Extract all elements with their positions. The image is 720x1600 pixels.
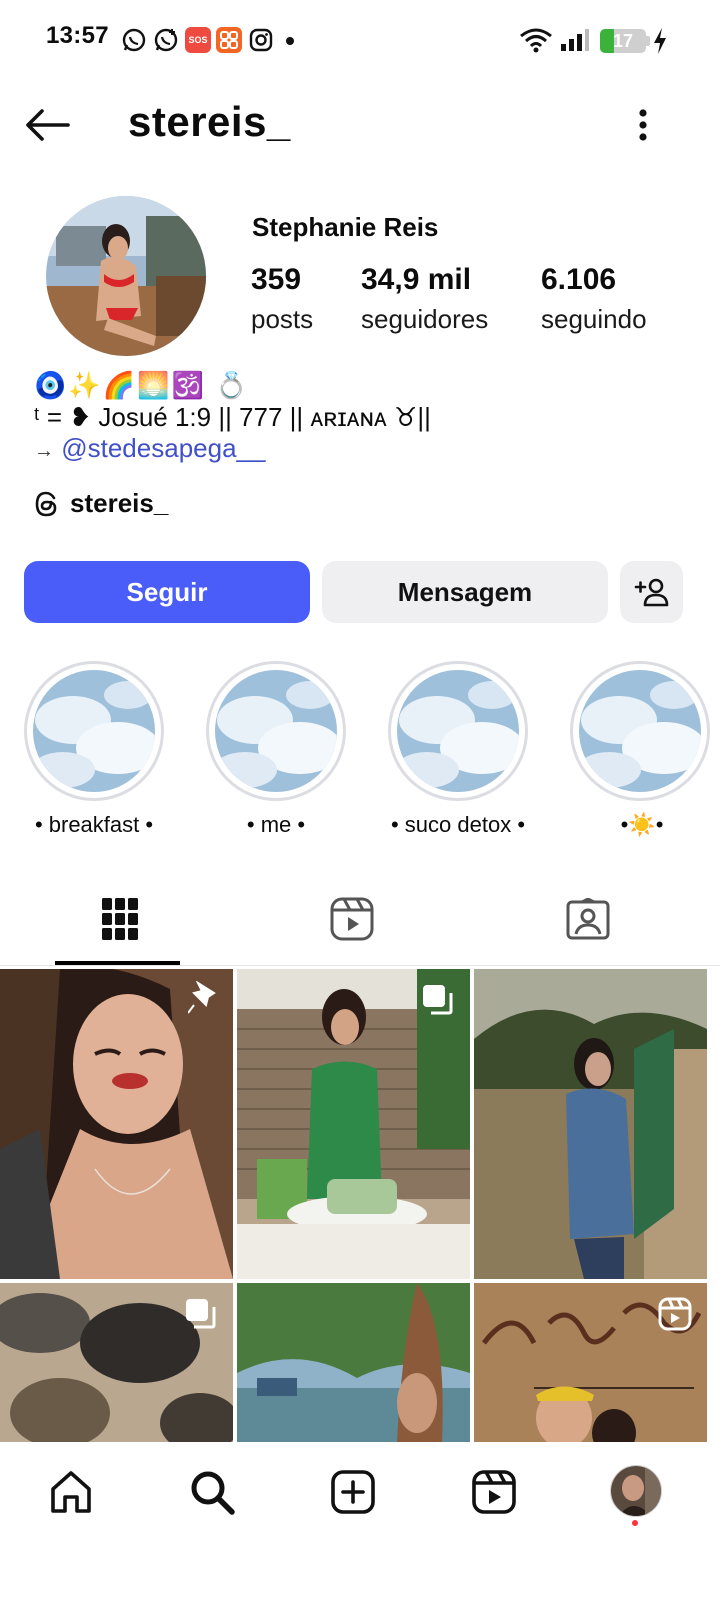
highlight-me[interactable] <box>206 661 346 801</box>
post-tile[interactable] <box>237 1283 470 1442</box>
bio-text: ᵗ = ❥ Josué 1:9 || 777 || ᴀʀɪᴀɴᴀ ♉|| <box>34 402 431 432</box>
wifi-icon <box>519 27 553 58</box>
back-button[interactable] <box>22 102 72 148</box>
charging-icon <box>652 27 668 60</box>
tab-posts-grid[interactable] <box>0 872 240 966</box>
follow-button[interactable]: Seguir <box>24 561 310 623</box>
arrow-left-icon <box>26 109 70 141</box>
following-count[interactable]: 6.106 <box>541 263 616 297</box>
tab-divider <box>0 965 720 966</box>
highlight-ring <box>206 661 346 801</box>
post-tile[interactable] <box>0 969 233 1279</box>
carousel-icon <box>423 985 453 1015</box>
post-tile[interactable] <box>237 969 470 1279</box>
notification-dot <box>632 1520 638 1526</box>
tab-tagged[interactable] <box>468 872 708 966</box>
battery-tip <box>646 36 650 46</box>
highlight-ring <box>24 661 164 801</box>
reel-badge-icon <box>658 1297 692 1331</box>
highlight-breakfast[interactable] <box>24 661 164 801</box>
sos-app-icon: SOS <box>185 27 211 53</box>
home-icon <box>51 1471 91 1513</box>
nav-search[interactable] <box>182 1462 242 1522</box>
status-time: 13:57 <box>46 22 109 49</box>
bio-emojis: 🧿✨🌈🌅🕉️ 💍 <box>34 370 250 400</box>
post-tile[interactable] <box>474 1283 707 1442</box>
threads-badge[interactable]: stereis_ <box>34 488 168 519</box>
post-tile[interactable] <box>0 1283 233 1442</box>
highlight-cover <box>579 670 701 792</box>
highlight-ring <box>570 661 710 801</box>
highlight-cover <box>33 670 155 792</box>
add-post-icon <box>331 1470 375 1514</box>
highlight-label: • suco detox • <box>390 812 526 837</box>
whatsapp-business-icon <box>153 27 179 53</box>
highlight-label: • me • <box>246 812 306 837</box>
more-options-button[interactable] <box>628 104 658 146</box>
more-vertical-icon <box>639 109 647 141</box>
profile-full-name: Stephanie Reis <box>252 212 439 242</box>
nav-reels[interactable] <box>464 1462 524 1522</box>
bio-link-arrow: → <box>34 440 54 462</box>
highlight-cover <box>215 670 337 792</box>
carousel-icon <box>186 1299 216 1329</box>
posts-count[interactable]: 359 <box>251 263 301 297</box>
posts-label[interactable]: posts <box>251 304 313 335</box>
signal-icon <box>560 28 590 57</box>
page-title: stereis_ <box>128 98 291 145</box>
highlight-ring <box>388 661 528 801</box>
search-icon <box>191 1471 235 1515</box>
instagram-icon <box>248 27 274 53</box>
nav-create[interactable] <box>323 1462 383 1522</box>
profile-avatar[interactable] <box>46 196 206 356</box>
notification-dot <box>286 37 294 45</box>
followers-count[interactable]: 34,9 mil <box>361 263 471 297</box>
battery-icon: 17 <box>600 29 646 53</box>
message-button[interactable]: Mensagem <box>322 561 608 623</box>
following-label[interactable]: seguindo <box>541 304 647 335</box>
highlight-label: • breakfast • <box>34 812 154 837</box>
highlight-sun[interactable] <box>570 661 710 801</box>
bio-link-row[interactable]: → @stedesapega__ <box>34 433 265 464</box>
tab-reels[interactable] <box>232 872 472 966</box>
reels-icon <box>472 1470 516 1514</box>
grid-app-icon <box>216 27 242 53</box>
reels-icon <box>330 897 374 941</box>
post-tile[interactable] <box>474 969 707 1279</box>
suggested-accounts-button[interactable] <box>620 561 683 623</box>
whatsapp-icon <box>121 27 147 53</box>
threads-username: stereis_ <box>70 488 169 518</box>
highlight-suco-detox[interactable] <box>388 661 528 801</box>
pin-icon <box>188 981 216 1014</box>
highlight-cover <box>397 670 519 792</box>
battery-level: 17 <box>612 30 634 51</box>
threads-icon <box>35 491 57 516</box>
add-person-icon <box>634 578 668 607</box>
tagged-icon <box>566 898 610 940</box>
highlight-label: •☀️• <box>620 812 664 837</box>
nav-home[interactable] <box>41 1462 101 1522</box>
nav-profile-avatar[interactable] <box>610 1465 662 1517</box>
bio-link[interactable]: @stedesapega__ <box>61 433 265 463</box>
followers-label[interactable]: seguidores <box>361 304 488 335</box>
grid-icon <box>102 898 138 940</box>
